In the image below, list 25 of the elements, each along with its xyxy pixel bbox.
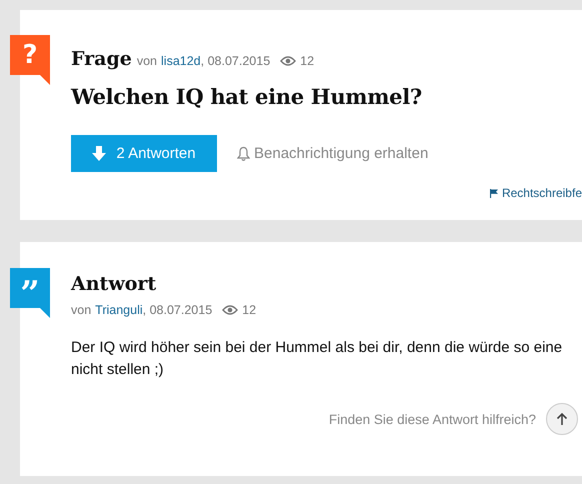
report-link[interactable]: Rechtschreibfe (490, 186, 582, 200)
answer-text: Der IQ wird höher sein bei der Hummel als bei dir, denn die würde so eine nicht stellen ;) (71, 338, 564, 380)
notification-link[interactable]: Benachrichtigung erhalten (237, 145, 428, 162)
view-count: 12 (242, 303, 256, 317)
post-type-label: Antwort (71, 273, 158, 295)
question-badge: ? (10, 35, 50, 85)
view-count: 12 (300, 54, 314, 68)
author-prefix: von (71, 303, 92, 317)
eye-icon (280, 56, 296, 66)
helpful-prompt: Finden Sie diese Antwort hilfreich? (328, 412, 536, 426)
eye-icon (222, 305, 238, 315)
arrow-down-icon (92, 146, 106, 161)
post-date: , 08.07.2015 (200, 54, 270, 68)
flag-icon (490, 188, 498, 198)
author-link[interactable]: lisa12d (161, 54, 201, 68)
arrow-up-icon (556, 412, 568, 426)
upvote-button[interactable] (546, 403, 578, 435)
author-link[interactable]: Trianguli (95, 303, 143, 317)
question-title: Welchen IQ hat eine Hummel? (71, 84, 423, 109)
post-type-label: Frage (71, 48, 132, 70)
author-prefix: von (136, 54, 158, 68)
answer-badge: ” (10, 268, 50, 318)
post-date: , 08.07.2015 (142, 303, 212, 317)
answers-button[interactable]: 2 Antworten (71, 135, 217, 172)
bell-icon (237, 146, 250, 161)
